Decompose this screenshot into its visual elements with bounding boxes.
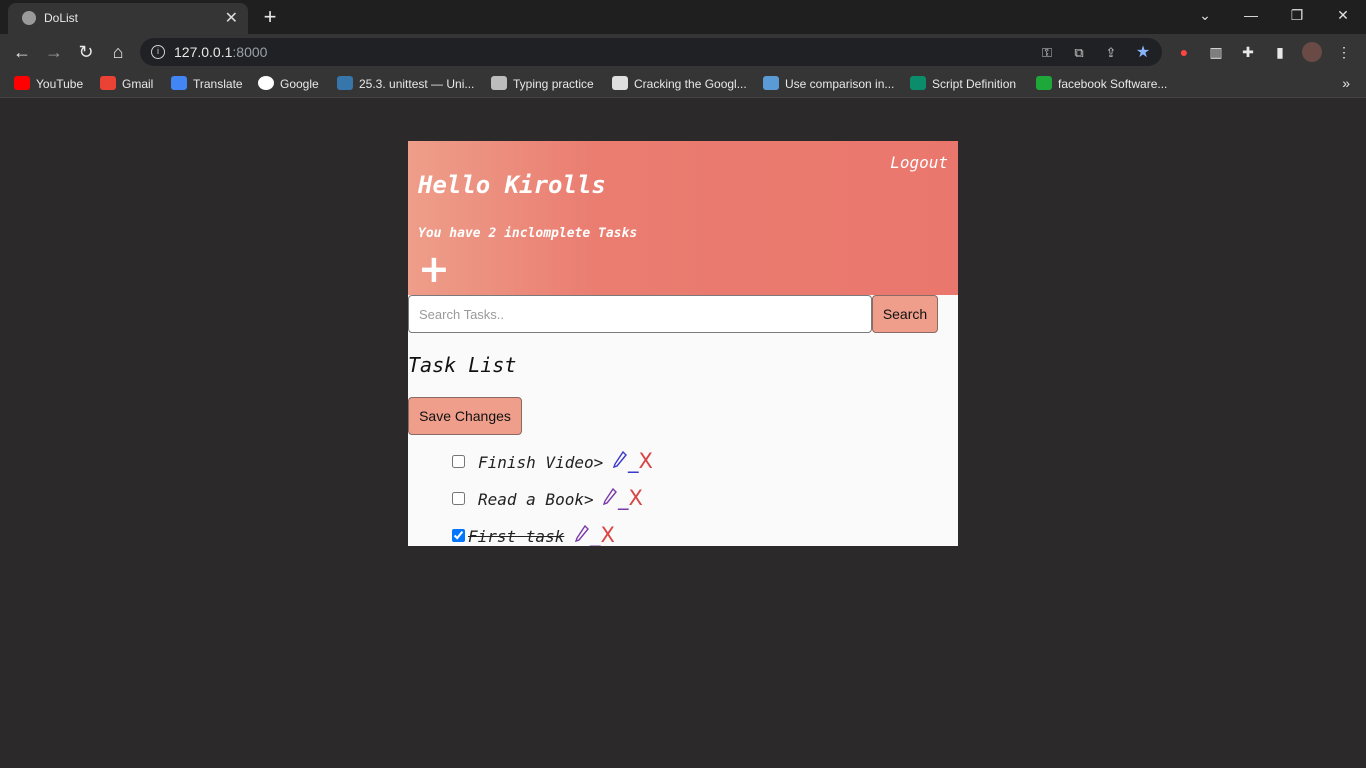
task-text[interactable]: Finish Video>: [478, 453, 603, 472]
edit-pencil-icon[interactable]: [574, 524, 590, 544]
bookmark-facebook-software[interactable]: facebook Software...: [1036, 76, 1167, 92]
task-checkbox[interactable]: [452, 455, 465, 468]
browser-tab[interactable]: DoList ✕: [8, 3, 248, 34]
menu-dots-icon[interactable]: ⋮: [1334, 42, 1354, 62]
bookmark-gmail[interactable]: Gmail: [100, 76, 153, 92]
reload-icon[interactable]: ↻: [74, 40, 98, 64]
task-list-title: Task List: [408, 353, 517, 377]
bookmark-script-definition[interactable]: Script Definition: [910, 76, 1016, 92]
bookmark-unittest[interactable]: 25.3. unittest — Uni...: [337, 76, 474, 92]
google-icon: [258, 76, 274, 90]
profile-avatar[interactable]: [1302, 42, 1322, 62]
save-changes-button[interactable]: Save Changes: [408, 397, 522, 435]
terminal-icon: [612, 76, 628, 90]
close-window-button[interactable]: ✕: [1320, 0, 1366, 30]
bookmark-typing-practice[interactable]: Typing practice: [491, 76, 594, 92]
site-icon: [763, 76, 779, 90]
dolist-app: Logout Hello Kirolls You have 2 inclompl…: [408, 141, 958, 546]
edit-pencil-icon[interactable]: [602, 487, 618, 507]
document-icon: [491, 76, 507, 90]
url-text: 127.0.0.1:8000: [174, 44, 268, 60]
bookmark-translate[interactable]: Translate: [171, 76, 243, 92]
bookmarks-bar: YouTube Gmail Translate Google 25.3. uni…: [0, 70, 1366, 98]
close-tab-icon[interactable]: ✕: [225, 8, 238, 28]
new-tab-button[interactable]: +: [256, 4, 284, 30]
side-panel-icon[interactable]: ▮: [1270, 42, 1290, 62]
task-checkbox[interactable]: [452, 492, 465, 505]
book-icon: [910, 76, 926, 90]
task-text[interactable]: Read a Book>: [478, 490, 594, 509]
edit-pencil-icon[interactable]: [612, 450, 628, 470]
extensions-puzzle-icon[interactable]: ✚: [1238, 42, 1258, 62]
bookmark-use-comparison[interactable]: Use comparison in...: [763, 76, 894, 92]
browser-toolbar: ← → ↻ ⌂ i 127.0.0.1:8000 ⚿ ⧉ ⇪ ★ ● ▥ ✚ ▮…: [0, 34, 1366, 70]
minimize-button[interactable]: —: [1228, 0, 1274, 30]
delete-task-link[interactable]: _X: [618, 486, 643, 510]
site-info-icon[interactable]: i: [151, 45, 165, 59]
restore-button[interactable]: ❐: [1274, 0, 1320, 30]
incomplete-count: You have 2 inclomplete Tasks: [418, 226, 638, 241]
tab-search-icon[interactable]: ⌄: [1182, 0, 1228, 30]
globe-icon: [22, 11, 36, 25]
share-icon[interactable]: ⇪: [1102, 44, 1120, 62]
delete-task-link[interactable]: _X: [628, 449, 653, 473]
bookmark-cracking-google[interactable]: Cracking the Googl...: [612, 76, 747, 92]
more-bookmarks-icon[interactable]: »: [1342, 75, 1350, 91]
add-task-button[interactable]: +: [418, 250, 450, 289]
logout-link[interactable]: Logout: [890, 153, 948, 172]
adblock-icon[interactable]: ●: [1174, 42, 1194, 62]
phone-icon: [1036, 76, 1052, 90]
greeting-heading: Hello Kirolls: [418, 171, 606, 199]
search-button[interactable]: Search: [872, 295, 938, 333]
task-checkbox[interactable]: [452, 529, 465, 542]
delete-task-link[interactable]: _X: [590, 523, 615, 546]
app-header: Logout Hello Kirolls You have 2 inclompl…: [408, 141, 958, 295]
bookmark-youtube[interactable]: YouTube: [14, 76, 83, 92]
gmail-icon: [100, 76, 116, 90]
reader-extension-icon[interactable]: ▥: [1206, 42, 1226, 62]
forward-icon[interactable]: →: [42, 40, 66, 64]
address-bar[interactable]: i 127.0.0.1:8000 ⚿ ⧉ ⇪ ★: [140, 38, 1162, 66]
translate-icon: [171, 76, 187, 90]
python-icon: [337, 76, 353, 90]
back-icon[interactable]: ←: [10, 40, 34, 64]
search-input[interactable]: [408, 295, 872, 333]
home-icon[interactable]: ⌂: [106, 40, 130, 64]
key-icon[interactable]: ⚿: [1038, 44, 1056, 62]
translate-icon[interactable]: ⧉: [1070, 44, 1088, 62]
tab-strip: DoList ✕ + ⌄ — ❐ ✕: [0, 0, 1366, 34]
bookmark-star-icon[interactable]: ★: [1134, 44, 1152, 62]
tab-title: DoList: [44, 11, 79, 25]
youtube-icon: [14, 76, 30, 90]
task-text[interactable]: First task: [468, 527, 564, 546]
bookmark-google[interactable]: Google: [258, 76, 319, 92]
